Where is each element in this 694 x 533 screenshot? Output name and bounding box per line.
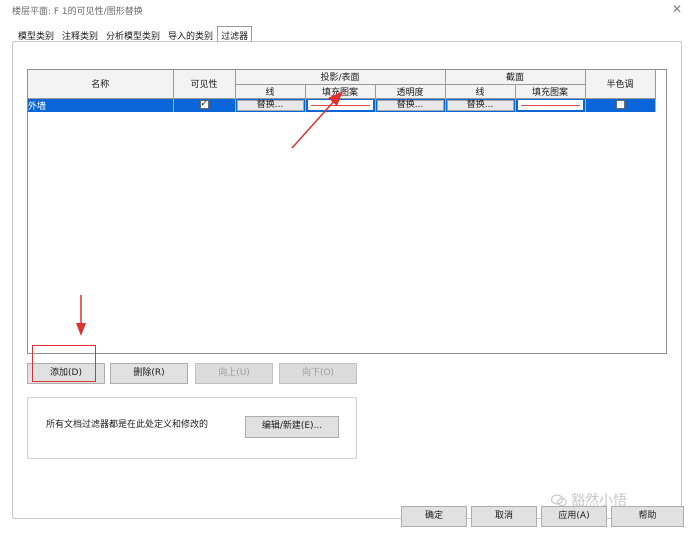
check-icon: ✓	[200, 99, 209, 109]
column-header-section-line[interactable]: 线	[445, 84, 516, 99]
column-header-visibility[interactable]: 可见性	[173, 70, 236, 99]
tab-strip: 模型类别 注释类别 分析模型类别 导入的类别 过滤器	[14, 26, 253, 42]
watermark-text: 豁然小悟	[571, 493, 627, 509]
add-button-highlight	[32, 345, 96, 382]
column-header-halftone[interactable]: 半色调	[585, 70, 656, 99]
column-header-projection-transparency[interactable]: 透明度	[375, 84, 446, 99]
projection-fill-cell	[305, 98, 376, 112]
filter-info-text: 所有文档过滤器都是在此处定义和修改的	[46, 420, 209, 430]
table-row[interactable]: 外墙 ✓ 替换... 替换... 替换...	[28, 98, 656, 112]
visibility-cell: ✓	[173, 98, 236, 112]
column-group-projection: 投影/表面	[235, 70, 446, 85]
section-fill-pattern-swatch[interactable]	[517, 100, 583, 110]
wechat-icon	[551, 494, 567, 507]
tab-analytical-model-categories[interactable]: 分析模型类别	[102, 26, 164, 42]
window-title: 楼层平面: F 1的可见性/图形替换	[12, 7, 143, 17]
tab-filters[interactable]: 过滤器	[217, 26, 253, 42]
pattern-line	[310, 105, 370, 106]
section-line-cell: 替换...	[445, 98, 516, 112]
tab-annotation-categories[interactable]: 注释类别	[58, 26, 102, 42]
filters-panel: 名称 可见性 投影/表面 截面 半色调 线 填充图案 透明度 线 填充图案 外墙…	[12, 41, 682, 519]
column-header-projection-line[interactable]: 线	[235, 84, 306, 99]
column-header-projection-fill[interactable]: 填充图案	[305, 84, 376, 99]
move-up-button[interactable]: 向上(U)	[195, 363, 273, 384]
halftone-checkbox[interactable]	[615, 100, 625, 109]
halftone-cell	[585, 98, 656, 112]
ok-button[interactable]: 确定	[401, 506, 467, 527]
filter-info-group: 所有文档过滤器都是在此处定义和修改的 编辑/新建(E)...	[27, 397, 357, 459]
move-down-button[interactable]: 向下(O)	[279, 363, 357, 384]
filters-grid: 名称 可见性 投影/表面 截面 半色调 线 填充图案 透明度 线 填充图案 外墙…	[27, 69, 667, 354]
tab-imported-categories[interactable]: 导入的类别	[164, 26, 217, 42]
projection-transparency-override-button[interactable]: 替换...	[376, 99, 444, 111]
tab-model-categories[interactable]: 模型类别	[14, 26, 58, 42]
column-header-section-fill[interactable]: 填充图案	[515, 84, 586, 99]
visibility-checkbox[interactable]: ✓	[199, 99, 209, 109]
section-line-override-button[interactable]: 替换...	[446, 99, 514, 111]
column-header-name[interactable]: 名称	[28, 70, 174, 99]
projection-transparency-cell: 替换...	[375, 98, 446, 112]
pattern-line	[520, 105, 580, 106]
close-icon[interactable]: ✕	[670, 2, 684, 16]
column-group-section: 截面	[445, 70, 586, 85]
delete-filter-button[interactable]: 删除(R)	[110, 363, 188, 384]
filters-table: 名称 可见性 投影/表面 截面 半色调 线 填充图案 透明度 线 填充图案 外墙…	[28, 70, 656, 112]
title-bar: 楼层平面: F 1的可见性/图形替换 ✕	[0, 0, 694, 20]
filter-name-cell[interactable]: 外墙	[28, 98, 174, 112]
cancel-button[interactable]: 取消	[471, 506, 537, 527]
projection-line-override-button[interactable]: 替换...	[236, 99, 304, 111]
projection-fill-pattern-swatch[interactable]	[307, 100, 373, 110]
edit-new-filter-button[interactable]: 编辑/新建(E)...	[245, 416, 339, 438]
section-fill-cell	[515, 98, 586, 112]
projection-line-cell: 替换...	[235, 98, 306, 112]
